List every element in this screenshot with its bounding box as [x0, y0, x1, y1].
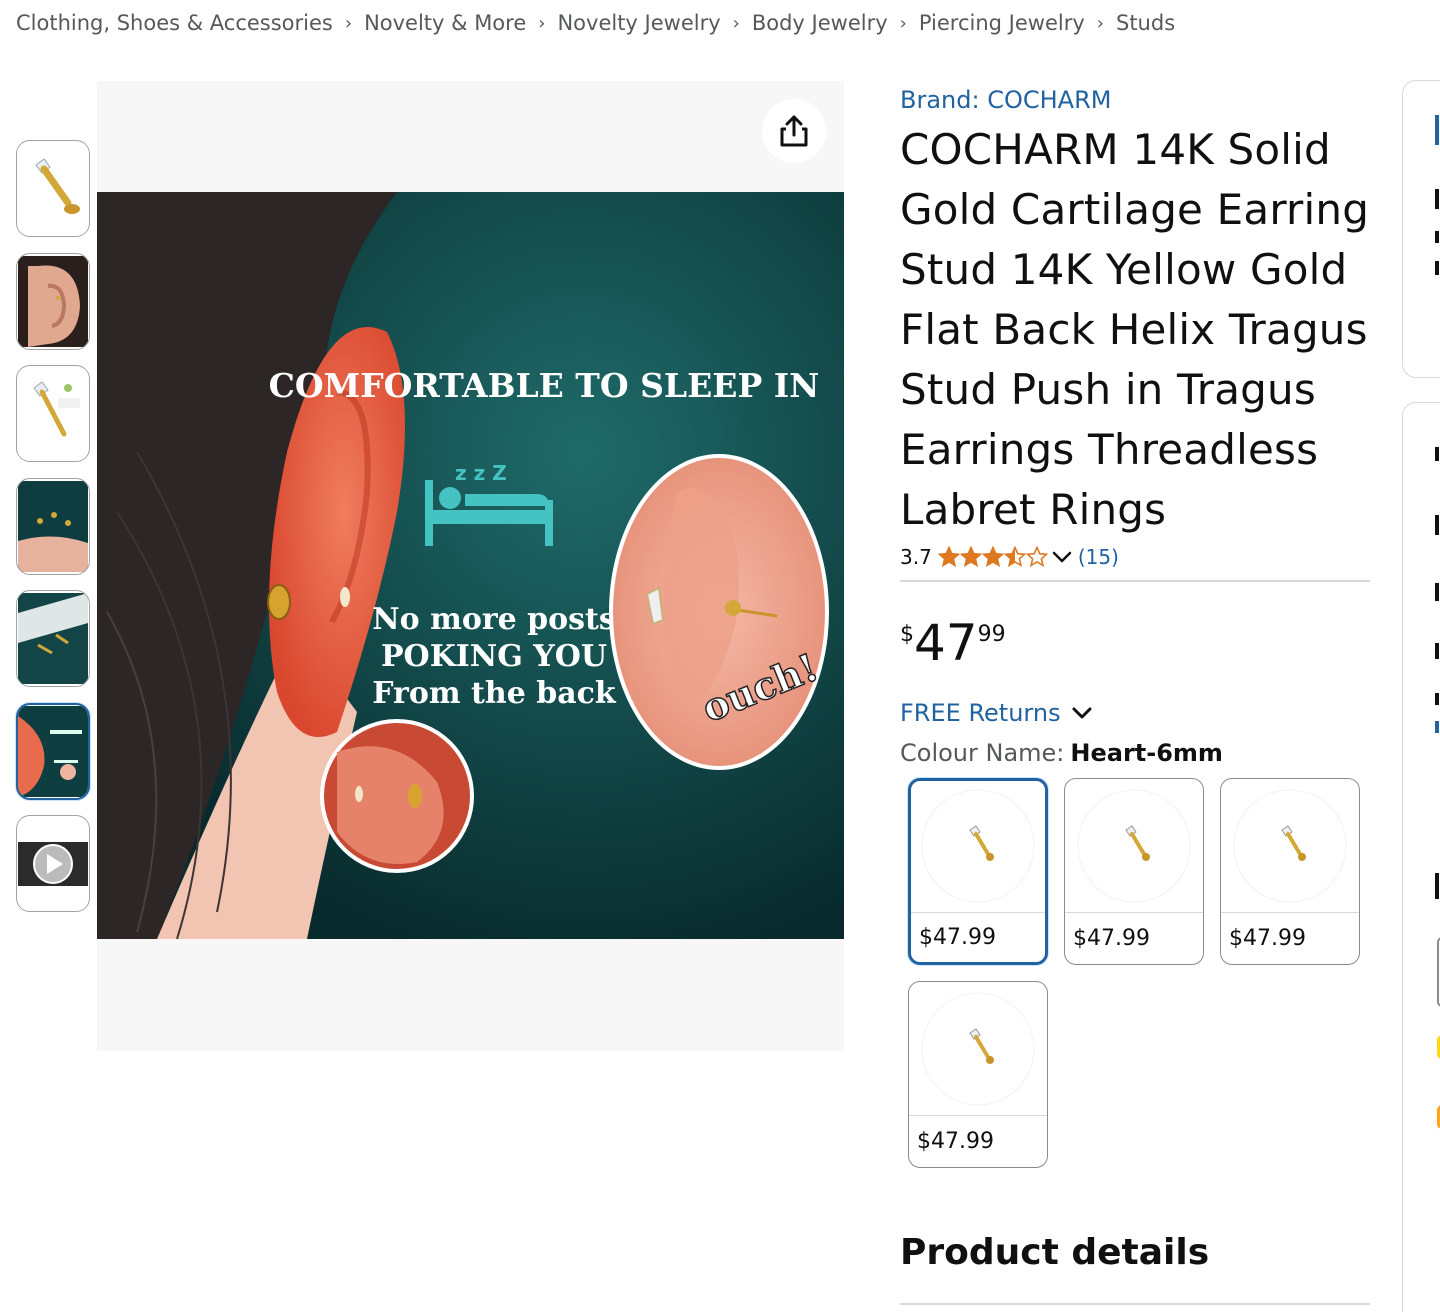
- breadcrumb-separator: ›: [344, 12, 353, 34]
- colour-swatches: $47.99 $47.99 $47.99 $47.99: [908, 778, 1368, 1168]
- free-returns-link[interactable]: FREE Returns: [900, 696, 1370, 730]
- star-rating[interactable]: [937, 546, 1048, 568]
- thumbnail-comfort-image[interactable]: [16, 702, 90, 800]
- colour-swatch[interactable]: $47.99: [1220, 778, 1360, 965]
- side-panel: [1402, 80, 1440, 378]
- divider: [900, 1303, 1370, 1305]
- thumbnail-video[interactable]: [16, 815, 90, 912]
- colour-swatch[interactable]: $47.99: [1064, 778, 1204, 965]
- side-panel-mark: [1435, 693, 1439, 705]
- colour-name-label: Colour Name:: [900, 739, 1065, 767]
- share-icon: [780, 115, 808, 147]
- price-fraction: 99: [977, 622, 1006, 647]
- thumbnail-ear-photo[interactable]: [16, 252, 90, 350]
- breadcrumb-separator: ›: [899, 12, 907, 34]
- colour-name-row: Colour Name: Heart-6mm: [900, 736, 1370, 770]
- swatch-image: [909, 982, 1047, 1116]
- brand-link[interactable]: Brand: COCHARM: [900, 80, 1370, 120]
- side-panel-mark: [1435, 231, 1439, 243]
- breadcrumb-studs[interactable]: Studs: [1116, 11, 1175, 35]
- side-panel-mark: [1435, 583, 1439, 601]
- swatch-price: $47.99: [917, 1128, 994, 1154]
- breadcrumb-separator: ›: [1096, 12, 1104, 34]
- side-panel-mark: [1435, 515, 1439, 535]
- side-panel-mark: [1435, 721, 1439, 733]
- ratings-count-link[interactable]: (15): [1078, 545, 1119, 569]
- thumbnail-hand-studs[interactable]: [16, 477, 90, 575]
- share-button[interactable]: [762, 99, 826, 163]
- price-symbol: $: [900, 622, 914, 647]
- breadcrumb-separator: ›: [538, 12, 546, 34]
- chevron-down-icon[interactable]: [1050, 547, 1074, 567]
- colour-name-value: Heart-6mm: [1070, 739, 1223, 767]
- side-panel-mark: [1435, 447, 1439, 461]
- free-returns-label: FREE Returns: [900, 699, 1061, 727]
- image-body-line-3: From the back: [372, 676, 617, 711]
- breadcrumb-clothing[interactable]: Clothing, Shoes & Accessories: [16, 11, 333, 35]
- product-main-image: COMFORTABLE TO SLEEP IN z z Z No more po…: [97, 192, 844, 939]
- breadcrumb-novelty-jewelry[interactable]: Novelty Jewelry: [557, 11, 720, 35]
- side-panel: [1402, 402, 1440, 1312]
- image-headline: COMFORTABLE TO SLEEP IN: [269, 366, 820, 405]
- price: $ 47 99: [900, 616, 1370, 670]
- divider: [900, 580, 1370, 582]
- side-panel-mark: [1435, 643, 1439, 659]
- side-panel-mark: [1435, 115, 1439, 145]
- thumbnail-stud-size[interactable]: [16, 365, 90, 462]
- swatch-image: [1065, 779, 1203, 913]
- side-panel-mark: [1435, 189, 1439, 209]
- image-body-line-2: POKING YOU: [381, 639, 607, 674]
- thumbnail-studs-display[interactable]: [16, 590, 90, 687]
- sleep-zzz: z z Z: [455, 461, 507, 485]
- star-empty-icon: [1025, 546, 1048, 568]
- rating-row: 3.7 (15): [900, 540, 1370, 574]
- product-details-heading: Product details: [900, 1232, 1210, 1273]
- side-panel-mark: [1435, 261, 1439, 275]
- image-body-line-1: No more posts: [372, 602, 616, 637]
- chevron-down-icon: [1072, 707, 1092, 719]
- breadcrumb: Clothing, Shoes & Accessories › Novelty …: [16, 6, 1175, 40]
- swatch-price: $47.99: [1073, 925, 1150, 951]
- colour-swatch[interactable]: $47.99: [908, 981, 1048, 1168]
- breadcrumb-separator: ›: [732, 12, 740, 34]
- swatch-price: $47.99: [1229, 925, 1306, 951]
- main-image-area: COMFORTABLE TO SLEEP IN z z Z No more po…: [97, 81, 844, 1051]
- swatch-image: [1221, 779, 1359, 913]
- product-info: Brand: COCHARM COCHARM 14K Solid Gold Ca…: [900, 80, 1370, 1168]
- swatch-image: [911, 781, 1045, 913]
- price-whole: 47: [914, 614, 978, 672]
- breadcrumb-novelty-more[interactable]: Novelty & More: [364, 11, 526, 35]
- star-full-icon: [937, 546, 960, 568]
- colour-swatch[interactable]: $47.99: [908, 778, 1048, 965]
- side-panel-mark: [1435, 873, 1439, 899]
- breadcrumb-piercing-jewelry[interactable]: Piercing Jewelry: [919, 11, 1085, 35]
- rating-value: 3.7: [900, 545, 932, 569]
- breadcrumb-body-jewelry[interactable]: Body Jewelry: [752, 11, 888, 35]
- thumbnail-list: [16, 140, 90, 928]
- star-full-icon: [959, 546, 982, 568]
- thumbnail-stud-product[interactable]: [16, 140, 90, 237]
- star-full-icon: [981, 546, 1004, 568]
- product-title: COCHARM 14K Solid Gold Cartilage Earring…: [900, 125, 1370, 534]
- swatch-price: $47.99: [919, 924, 996, 950]
- star-half-icon: [1003, 546, 1026, 568]
